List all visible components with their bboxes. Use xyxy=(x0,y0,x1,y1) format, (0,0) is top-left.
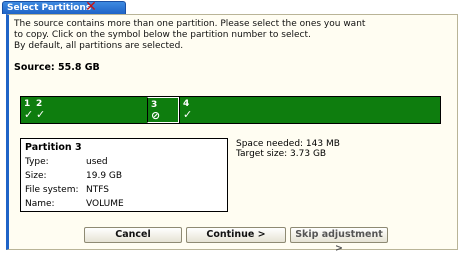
intro-line-2: to copy. Click on the symbol below the p… xyxy=(14,30,311,40)
tab-strip: Select Partitions ✕ xyxy=(0,0,463,14)
partition-details-box: Partition 3 Type: used Size: 19.9 GB Fil… xyxy=(20,138,228,212)
partition-4-segment[interactable]: 4 ✓ xyxy=(179,97,440,123)
close-icon[interactable]: ✕ xyxy=(83,0,99,14)
check-icon[interactable]: ✓ xyxy=(24,109,33,120)
partition-number: 4 xyxy=(183,99,190,109)
size-value: 19.9 GB xyxy=(86,171,123,181)
continue-button[interactable]: Continue > xyxy=(186,227,286,243)
intro-line-3: By default, all partitions are selected. xyxy=(14,41,184,51)
type-label: Type: xyxy=(25,157,49,167)
select-partitions-dialog: Select Partitions ✕ The source contains … xyxy=(0,0,463,254)
intro-text: The source contains more than one partit… xyxy=(14,19,444,52)
tab-select-partitions[interactable]: Select Partitions ✕ xyxy=(2,0,126,14)
filesystem-label: File system: xyxy=(25,185,79,195)
partition-2-segment[interactable]: 2 ✓ xyxy=(33,97,147,123)
source-size-label: Source: 55.8 GB xyxy=(14,62,100,73)
check-icon[interactable]: ✓ xyxy=(183,109,440,120)
partition-map: 1 ✓ 2 ✓ 3 ⊘ 4 ✓ xyxy=(20,96,441,124)
details-title: Partition 3 xyxy=(25,142,82,153)
partition-number: 2 xyxy=(36,99,43,109)
space-needed: Space needed: 143 MB xyxy=(236,139,340,149)
type-value: used xyxy=(86,157,108,167)
check-icon[interactable]: ✓ xyxy=(36,109,147,120)
name-value: VOLUME xyxy=(86,199,124,209)
size-label: Size: xyxy=(25,171,47,181)
cancel-button[interactable]: Cancel xyxy=(84,227,182,243)
partition-1-segment[interactable]: 1 ✓ xyxy=(21,97,33,123)
excluded-icon[interactable]: ⊘ xyxy=(151,110,178,121)
skip-adjustment-button[interactable]: Skip adjustment > xyxy=(290,227,388,254)
filesystem-value: NTFS xyxy=(86,185,109,195)
space-summary: Space needed: 143 MB Target size: 3.73 G… xyxy=(236,139,340,159)
target-size: Target size: 3.73 GB xyxy=(236,149,327,159)
tab-title: Select Partitions xyxy=(7,3,92,13)
partition-3-segment[interactable]: 3 ⊘ xyxy=(147,97,179,123)
intro-line-1: The source contains more than one partit… xyxy=(14,19,366,29)
name-label: Name: xyxy=(25,199,55,209)
